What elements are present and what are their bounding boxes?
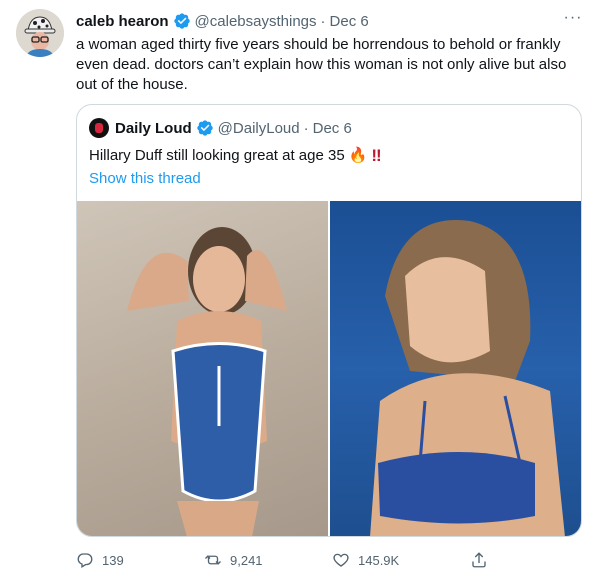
tweet-date[interactable]: Dec 6 [330, 13, 369, 30]
quoted-tweet-date[interactable]: Dec 6 [313, 120, 352, 137]
author-avatar[interactable] [16, 9, 64, 57]
verified-badge-icon [196, 120, 213, 136]
retweet-icon [205, 555, 221, 565]
quoted-tweet[interactable]: Daily Loud @DailyLoud · Dec 6 Hillary Du… [76, 104, 582, 537]
retweet-count: 9,241 [230, 552, 263, 568]
tweet[interactable]: caleb hearon @calebsaysthings · Dec 6 ··… [0, 0, 598, 580]
author-handle[interactable]: @calebsaysthings [195, 13, 317, 30]
more-options-icon[interactable]: ··· [561, 10, 585, 27]
author-name[interactable]: caleb hearon [76, 13, 169, 30]
photo-blue-bikini-top-icon[interactable] [330, 201, 581, 536]
quoted-tweet-text: Hillary Duff still looking great at age … [89, 147, 345, 164]
quoted-tweet-header: Daily Loud @DailyLoud · Dec 6 [89, 118, 352, 138]
header-separator: · [320, 12, 326, 30]
double-exclamation-emoji-icon: ‼ [371, 146, 381, 165]
like-count: 145.9K [358, 552, 400, 568]
reply-button[interactable]: 139 [76, 551, 204, 569]
share-icon [472, 552, 486, 568]
quoted-author-handle[interactable]: @DailyLoud [218, 120, 300, 137]
quoted-author-name[interactable]: Daily Loud [115, 120, 192, 137]
reply-count: 139 [102, 552, 124, 568]
tweet-header: caleb hearon @calebsaysthings · Dec 6 [76, 11, 369, 31]
tweet-text: a woman aged thirty five years should be… [76, 36, 567, 93]
tweet-actions: 139 9,241 145.9K [76, 550, 586, 570]
show-thread-link[interactable]: Show this thread [89, 169, 201, 189]
quoted-tweet-text-row: Hillary Duff still looking great at age … [89, 146, 382, 166]
heart-icon [333, 553, 349, 567]
retweet-button[interactable]: 9,241 [204, 551, 332, 569]
avatar-with-patterned-hat-and-glasses-icon [16, 9, 64, 57]
fire-emoji-icon: 🔥 [348, 147, 368, 164]
photo-blue-zip-swimsuit-icon[interactable] [77, 201, 328, 536]
reply-icon [77, 553, 93, 568]
quoted-header-separator: · [303, 119, 309, 137]
quoted-author-avatar[interactable] [89, 118, 109, 138]
verified-badge-icon [173, 13, 190, 29]
like-button[interactable]: 145.9K [332, 551, 470, 569]
quoted-media-grid [77, 201, 581, 536]
share-button[interactable] [470, 551, 494, 569]
